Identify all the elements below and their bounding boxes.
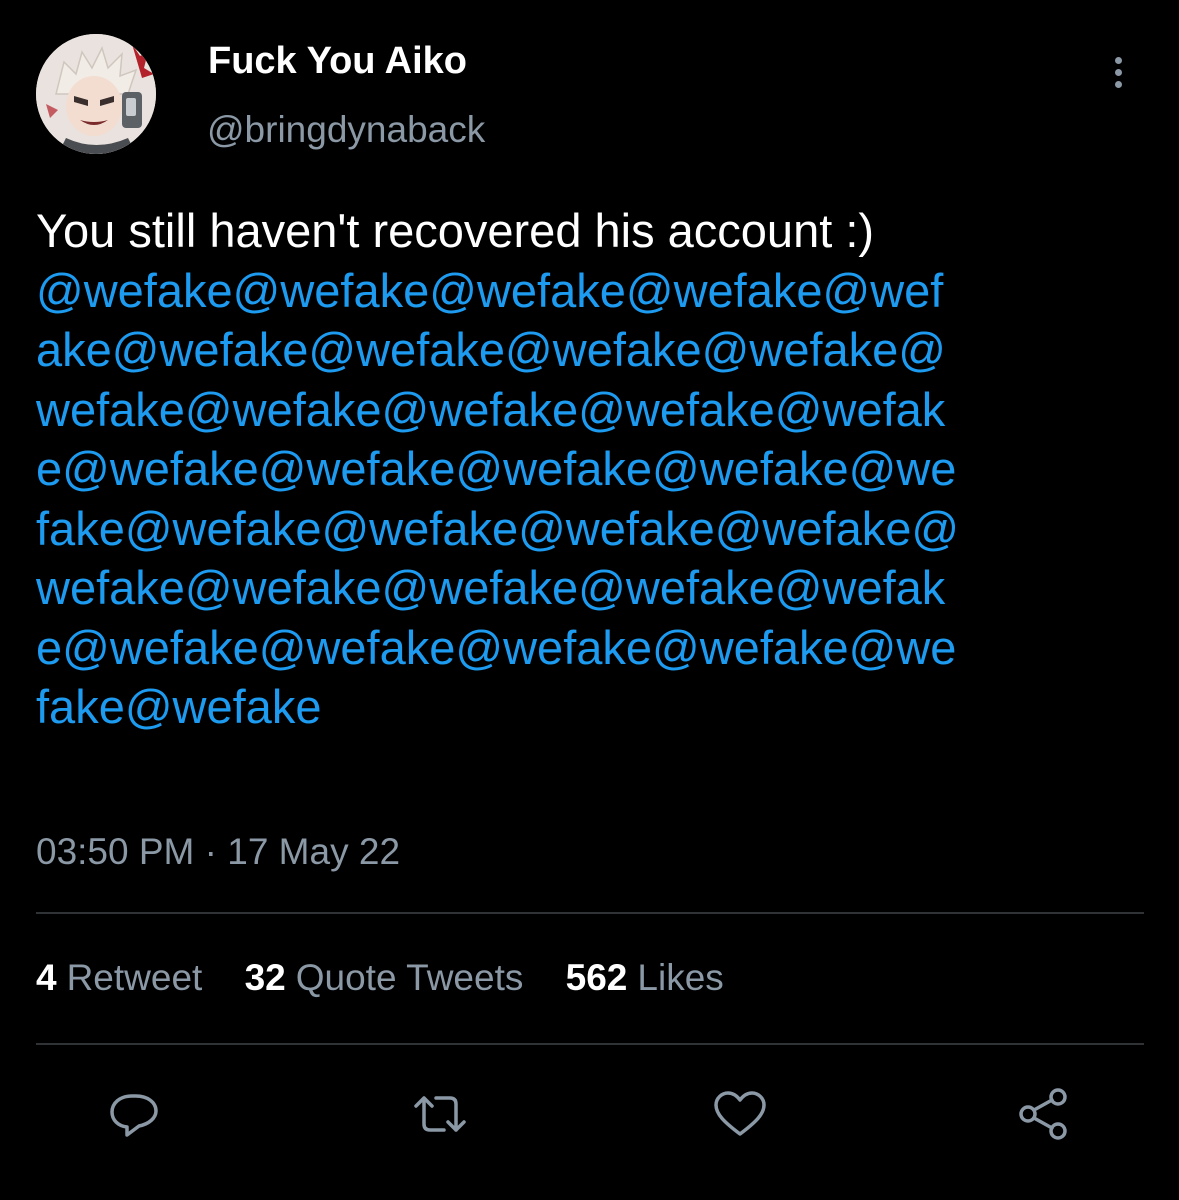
mention-line[interactable]: e@wefake@wefake@wefake@wefake@we <box>36 439 1146 499</box>
share-button[interactable] <box>1014 1084 1074 1144</box>
likes-stat[interactable]: 562 Likes <box>566 955 724 1001</box>
more-vertical-icon[interactable] <box>1098 50 1138 94</box>
quote-tweets-label: Quote Tweets <box>295 957 524 998</box>
likes-count: 562 <box>565 957 628 998</box>
more-dot <box>1114 80 1122 88</box>
engagement-stats: 4 Retweet 32 Quote Tweets 562 Likes <box>36 955 756 1001</box>
retweet-label: Retweet <box>66 957 203 998</box>
divider <box>36 1043 1144 1045</box>
retweet-count: 4 <box>36 957 57 998</box>
like-button[interactable] <box>710 1084 770 1144</box>
mention-line[interactable]: wefake@wefake@wefake@wefake@wefak <box>36 380 1146 440</box>
more-dot <box>1114 56 1122 64</box>
tweet-timestamp[interactable]: 03:50 PM · 17 May 22 <box>36 829 400 875</box>
mention-line[interactable]: @wefake@wefake@wefake@wefake@wef <box>36 261 1146 321</box>
mention-line[interactable]: e@wefake@wefake@wefake@wefake@we <box>36 618 1146 678</box>
mention-line[interactable]: wefake@wefake@wefake@wefake@wefak <box>36 558 1146 618</box>
avatar[interactable] <box>36 34 156 154</box>
display-name[interactable]: Fuck You Aiko <box>208 38 467 84</box>
divider <box>36 912 1144 914</box>
retweet-icon <box>414 1096 466 1132</box>
mention-line[interactable]: fake@wefake@wefake@wefake@wefake@ <box>36 499 1146 559</box>
heart-icon <box>714 1091 766 1136</box>
likes-label: Likes <box>637 957 724 998</box>
retweet-button[interactable] <box>410 1084 470 1144</box>
reply-icon <box>110 1094 158 1137</box>
tweet-text-line: You still haven't recovered his account … <box>36 204 875 257</box>
quote-tweets-count: 32 <box>244 957 286 998</box>
mention-line[interactable]: fake@wefake <box>36 677 1146 737</box>
more-dot <box>1114 68 1122 76</box>
mention-line[interactable]: ake@wefake@wefake@wefake@wefake@ <box>36 320 1146 380</box>
reply-button[interactable] <box>104 1084 164 1144</box>
share-icon <box>1019 1088 1067 1140</box>
avatar-image <box>36 34 156 154</box>
quote-tweets-stat[interactable]: 32 Quote Tweets <box>245 955 524 1001</box>
user-handle[interactable]: @bringdynaback <box>207 107 485 153</box>
tweet-text: You still haven't recovered his account … <box>36 201 1146 737</box>
retweet-stat[interactable]: 4 Retweet <box>36 955 202 1001</box>
